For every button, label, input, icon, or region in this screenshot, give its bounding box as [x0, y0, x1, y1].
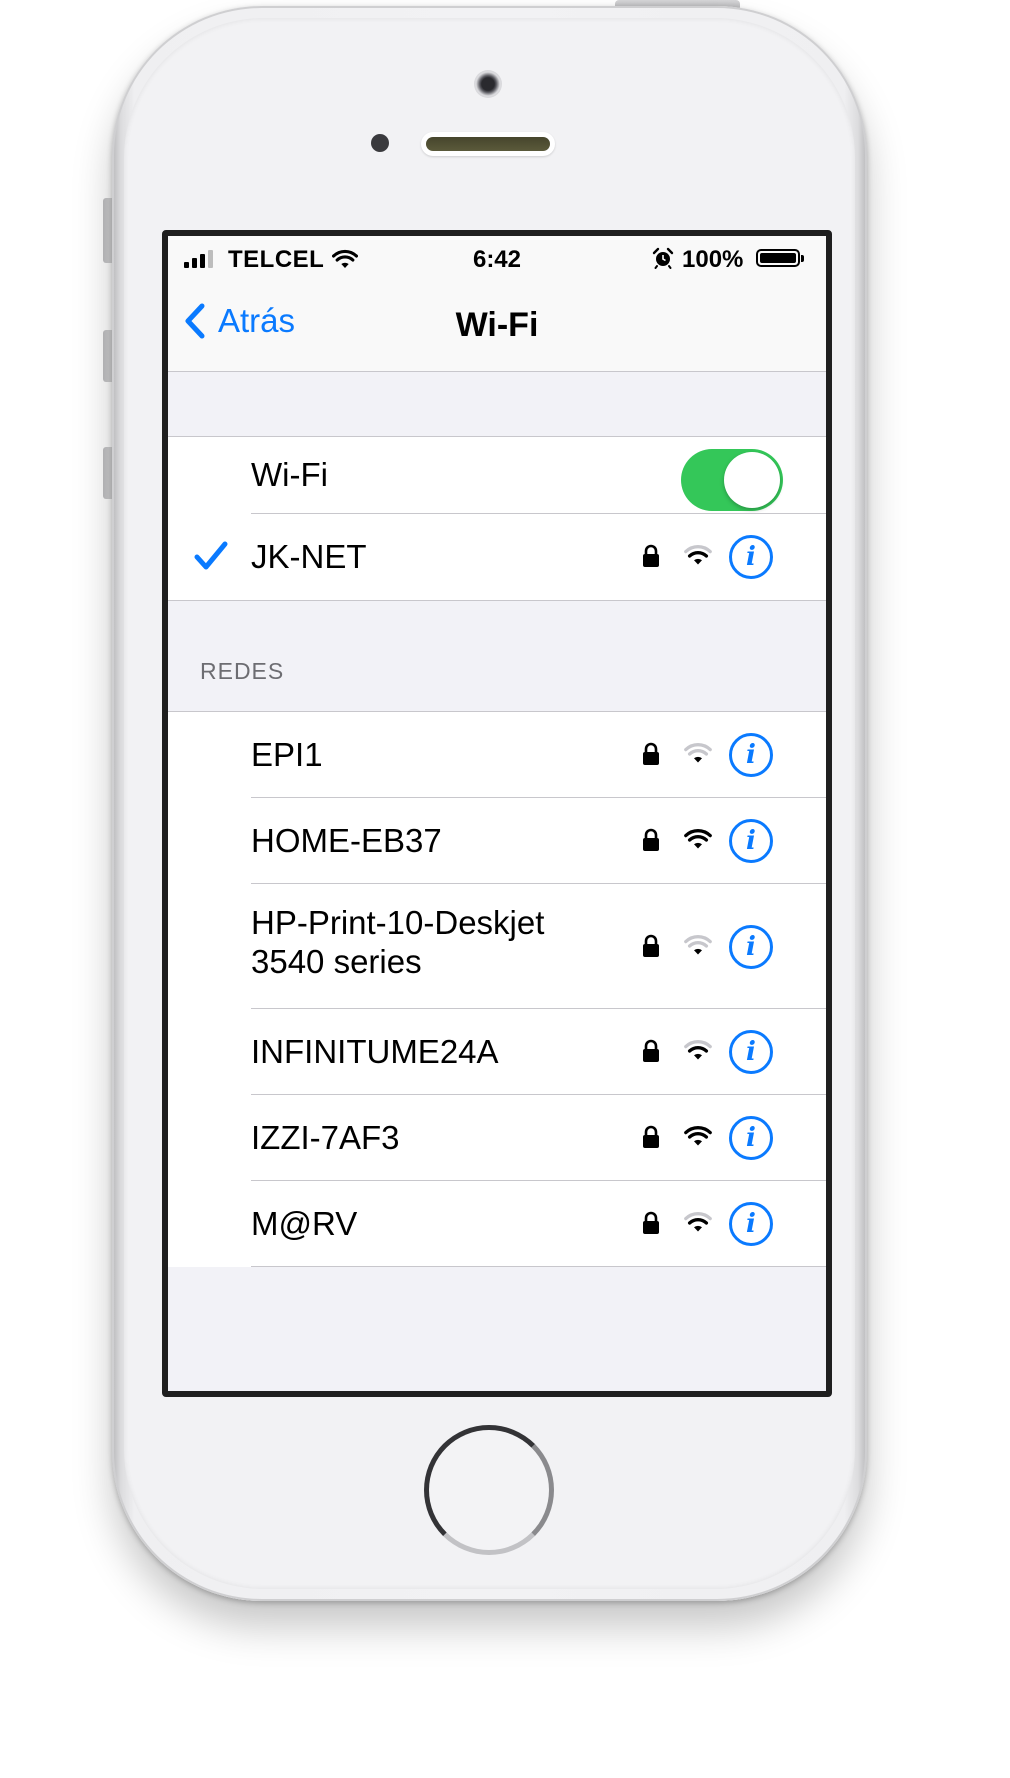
network-row[interactable]: INFINITUME24A i	[168, 1009, 826, 1095]
battery-icon	[756, 249, 804, 267]
network-name-line: HP-Print-10-Deskjet	[251, 904, 545, 941]
network-name-line: HOME-EB37	[251, 822, 442, 859]
wifi-signal-icon	[684, 828, 712, 855]
network-info-button[interactable]: i	[729, 1202, 773, 1246]
lock-icon	[641, 1039, 661, 1068]
network-info-button[interactable]: i	[729, 1116, 773, 1160]
network-info-button[interactable]: i	[729, 819, 773, 863]
network-name: HOME-EB37	[251, 819, 442, 863]
lock-icon	[641, 742, 661, 771]
network-row[interactable]: IZZI-7AF3 i	[168, 1095, 826, 1181]
wifi-toggle-label: Wi-Fi	[251, 456, 328, 493]
network-name: INFINITUME24A	[251, 1030, 499, 1074]
page-title: Wi-Fi	[455, 306, 539, 344]
network-name: EPI1	[251, 733, 323, 777]
network-row[interactable]: EPI1 i	[168, 712, 826, 798]
network-name-line: INFINITUME24A	[251, 1033, 499, 1070]
wifi-signal-icon	[684, 1125, 712, 1152]
network-name-line: EPI1	[251, 736, 323, 773]
network-name: M@RV	[251, 1202, 357, 1246]
network-row[interactable]: HOME-EB37 i	[168, 798, 826, 884]
networks-list: EPI1 i HOME-EB37 i HP-Print-10-Deskjet 3540 s…	[168, 711, 826, 1267]
network-info-button[interactable]: i	[729, 535, 773, 579]
navigation-bar: Atrás Wi-Fi	[168, 280, 826, 372]
front-camera	[474, 70, 502, 98]
connected-network-row[interactable]: JK-NET i	[168, 514, 826, 600]
networks-section-header: REDES	[200, 658, 285, 684]
wifi-signal-icon	[684, 544, 712, 571]
wifi-toggle-row: Wi-Fi	[168, 437, 826, 514]
wifi-section: Wi-Fi JK-NET i	[168, 436, 826, 601]
connected-network-name: JK-NET	[251, 538, 367, 575]
network-info-button[interactable]: i	[729, 733, 773, 777]
network-name: IZZI-7AF3	[251, 1116, 400, 1160]
alarm-icon	[652, 247, 674, 276]
screen: TELCEL 6:42 100% Atrás Wi-Fi Wi-Fi JK-NE…	[162, 230, 832, 1397]
wifi-signal-icon	[684, 1211, 712, 1238]
network-name: HP-Print-10-Deskjet 3540 series	[251, 903, 544, 981]
lock-icon	[641, 1211, 661, 1240]
network-row[interactable]: M@RV i	[168, 1181, 826, 1267]
status-bar: TELCEL 6:42 100%	[168, 236, 826, 280]
home-button[interactable]	[424, 1425, 554, 1555]
lock-icon	[643, 544, 659, 567]
wifi-signal-icon	[684, 742, 712, 769]
network-info-button[interactable]: i	[729, 924, 773, 969]
network-row[interactable]: HP-Print-10-Deskjet 3540 series i	[168, 884, 826, 1009]
network-name-line: 3540 series	[251, 943, 422, 980]
earpiece-speaker	[421, 132, 555, 156]
lock-icon	[641, 1125, 661, 1154]
network-name-line: IZZI-7AF3	[251, 1119, 400, 1156]
lock-icon	[641, 934, 661, 963]
network-name-line: M@RV	[251, 1205, 358, 1242]
checkmark-icon	[194, 541, 228, 570]
lock-icon	[641, 828, 661, 857]
battery-percent: 100%	[682, 246, 744, 273]
row-separator	[251, 1266, 826, 1267]
wifi-signal-icon	[684, 934, 712, 961]
wifi-signal-icon	[684, 1039, 712, 1066]
network-info-button[interactable]: i	[729, 1030, 773, 1074]
wifi-toggle-switch[interactable]	[681, 449, 783, 511]
proximity-sensor	[371, 134, 389, 152]
